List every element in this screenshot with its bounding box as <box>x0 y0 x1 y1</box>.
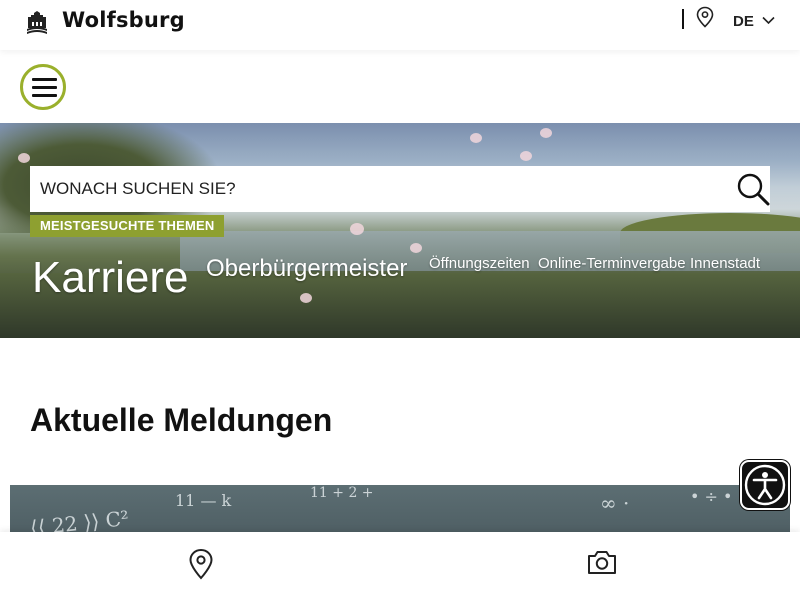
chalkboard-scribble: ∞ · <box>600 491 630 515</box>
hamburger-menu-icon <box>32 78 57 81</box>
site-brand[interactable]: Wolfsburg <box>62 8 185 32</box>
language-selector[interactable]: DE <box>733 13 754 30</box>
chalkboard-scribble: • ÷ • <box>690 487 733 506</box>
camera-icon[interactable] <box>586 548 618 576</box>
search-bar <box>30 166 770 212</box>
hero-blossom <box>350 223 364 235</box>
header-divider <box>682 9 684 29</box>
hero-blossom <box>520 151 532 161</box>
search-input[interactable] <box>30 166 720 212</box>
accessibility-person-icon <box>744 464 786 506</box>
bottom-toolbar <box>0 532 800 600</box>
hero-blossom <box>540 128 552 138</box>
chevron-down-icon[interactable] <box>762 16 775 25</box>
hamburger-menu-button[interactable] <box>20 64 66 110</box>
hero-blossom <box>470 133 482 143</box>
chalkboard-scribble: 11 + 2 + <box>310 485 374 501</box>
topic-link-oberbuergermeister[interactable]: Oberbürgermeister <box>206 255 407 283</box>
topic-link-online-terminvergabe[interactable]: Online-Terminvergabe <box>538 255 686 272</box>
news-section-title: Aktuelle Meldungen <box>30 402 333 438</box>
topic-link-oeffnungszeiten[interactable]: Öffnungszeiten <box>429 255 530 272</box>
search-icon[interactable] <box>736 172 770 206</box>
hamburger-menu-line <box>32 86 57 89</box>
hamburger-menu-line <box>32 94 57 97</box>
chalkboard-scribble: 11 — k <box>175 491 232 510</box>
hero-blossom <box>300 293 312 303</box>
hero-banner: MEISTGESUCHTE THEMEN Karriere Oberbürger… <box>0 123 800 338</box>
accessibility-button[interactable] <box>740 460 790 510</box>
map-pin-icon[interactable] <box>188 548 214 580</box>
hero-blossom <box>410 243 422 253</box>
hero-blossom <box>18 153 30 163</box>
popular-topics-label: MEISTGESUCHTE THEMEN <box>30 215 225 237</box>
city-crest-icon[interactable] <box>26 11 48 35</box>
topic-link-karriere[interactable]: Karriere <box>32 253 189 303</box>
topic-link-innenstadt[interactable]: Innenstadt <box>690 255 760 272</box>
map-pin-icon[interactable] <box>695 6 715 28</box>
top-header: Wolfsburg DE <box>0 0 800 50</box>
